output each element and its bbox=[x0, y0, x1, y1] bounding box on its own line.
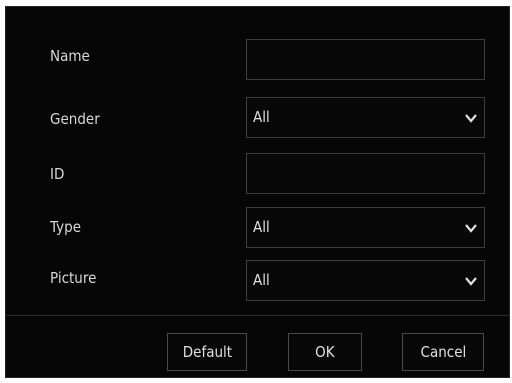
gender-select-value: All bbox=[253, 108, 270, 126]
type-select[interactable]: All bbox=[246, 207, 485, 248]
type-select-value: All bbox=[253, 218, 270, 236]
chevron-down-icon bbox=[465, 277, 477, 286]
default-button-label: Default bbox=[182, 343, 232, 361]
chevron-down-icon bbox=[465, 114, 477, 123]
cancel-button[interactable]: Cancel bbox=[402, 333, 484, 371]
ok-button[interactable]: OK bbox=[288, 333, 362, 371]
id-input[interactable] bbox=[246, 153, 485, 194]
picture-select[interactable]: All bbox=[246, 260, 485, 301]
footer-divider bbox=[6, 315, 509, 316]
name-label: Name bbox=[50, 47, 90, 65]
search-dialog: Name Gender All ID Type All Picture All … bbox=[5, 6, 510, 378]
ok-button-label: OK bbox=[315, 343, 335, 361]
gender-label: Gender bbox=[50, 110, 100, 128]
default-button[interactable]: Default bbox=[167, 333, 247, 371]
picture-select-value: All bbox=[253, 271, 270, 289]
cancel-button-label: Cancel bbox=[420, 343, 466, 361]
gender-select[interactable]: All bbox=[246, 97, 485, 138]
chevron-down-icon bbox=[465, 224, 477, 233]
name-input[interactable] bbox=[246, 39, 485, 80]
picture-label: Picture bbox=[50, 269, 97, 287]
type-label: Type bbox=[50, 218, 82, 236]
id-label: ID bbox=[50, 165, 65, 183]
